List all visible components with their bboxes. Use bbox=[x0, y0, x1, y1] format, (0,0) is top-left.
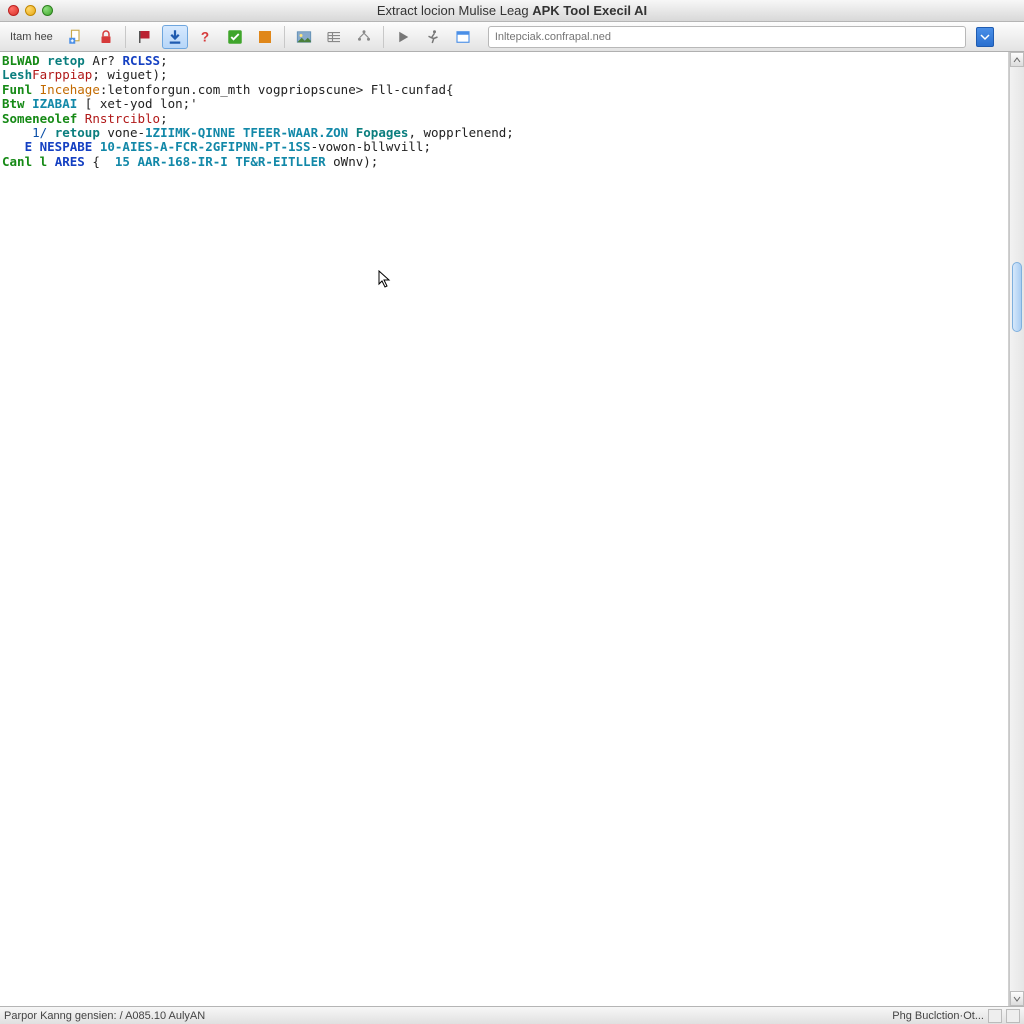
question-icon: ? bbox=[196, 28, 214, 46]
zoom-window-button[interactable] bbox=[42, 5, 53, 16]
code-line: LeshFarppiap; wiguet); bbox=[2, 68, 1006, 82]
code-line: BLWAD retop Ar? RCLSS; bbox=[2, 54, 1006, 68]
download-icon bbox=[166, 28, 184, 46]
toolbar-separator bbox=[125, 26, 126, 48]
status-right-text: Phg Buclction·Ot... bbox=[892, 1010, 984, 1022]
close-window-button[interactable] bbox=[8, 5, 19, 16]
window-title: Extract locion Mulise Leag APK Tool Exec… bbox=[0, 3, 1024, 18]
chevron-down-icon bbox=[1013, 995, 1021, 1003]
picture-button[interactable] bbox=[291, 25, 317, 49]
tree-button[interactable] bbox=[351, 25, 377, 49]
code-line: E NESPABE 10-AIES-A-FCR-2GFIPNN-PT-1SS-v… bbox=[2, 140, 1006, 154]
toolbar: Itam hee ? bbox=[0, 22, 1024, 52]
search-dropdown-button[interactable] bbox=[976, 27, 994, 47]
code-line: Funl Incehage:letonforgun.com_mth vogpri… bbox=[2, 83, 1006, 97]
lock-button[interactable] bbox=[93, 25, 119, 49]
chevron-up-icon bbox=[1013, 56, 1021, 64]
code-line: Someneolef Rnstrciblo; bbox=[2, 112, 1006, 126]
lock-icon bbox=[97, 28, 115, 46]
window-icon bbox=[454, 28, 472, 46]
scroll-up-button[interactable] bbox=[1010, 52, 1024, 67]
play-icon bbox=[394, 28, 412, 46]
toolbar-separator bbox=[284, 26, 285, 48]
scrollbar-thumb[interactable] bbox=[1012, 262, 1022, 332]
list-button[interactable] bbox=[321, 25, 347, 49]
check-icon bbox=[226, 28, 244, 46]
scroll-down-button[interactable] bbox=[1010, 991, 1024, 1006]
square-icon bbox=[256, 28, 274, 46]
stop-button[interactable] bbox=[252, 25, 278, 49]
flag-button[interactable] bbox=[132, 25, 158, 49]
svg-text:?: ? bbox=[201, 29, 209, 44]
status-left: Parpor Kanng gensien: / A085.10 AulyAN bbox=[4, 1010, 892, 1022]
code-line: Btw IZABAI [ xet-yod lon;' bbox=[2, 97, 1006, 111]
toolbar-item-label[interactable]: Itam hee bbox=[4, 29, 59, 45]
check-button[interactable] bbox=[222, 25, 248, 49]
help-button[interactable]: ? bbox=[192, 25, 218, 49]
person-run-icon bbox=[424, 28, 442, 46]
list-icon bbox=[325, 28, 343, 46]
minimize-window-button[interactable] bbox=[25, 5, 36, 16]
picture-icon bbox=[295, 28, 313, 46]
toolbar-separator bbox=[383, 26, 384, 48]
new-file-button[interactable] bbox=[63, 25, 89, 49]
window-controls bbox=[0, 5, 53, 16]
titlebar: Extract locion Mulise Leag APK Tool Exec… bbox=[0, 0, 1024, 22]
code-line: 1/ retoup vone-1ZIIMK-QINNE TFEER-WAAR.Z… bbox=[2, 126, 1006, 140]
search-input[interactable] bbox=[489, 31, 965, 43]
status-icon-1[interactable] bbox=[988, 1009, 1002, 1023]
status-right: Phg Buclction·Ot... bbox=[892, 1009, 1020, 1023]
window-button[interactable] bbox=[450, 25, 476, 49]
flag-icon bbox=[136, 28, 154, 46]
chevron-down-icon bbox=[980, 32, 990, 42]
search-box bbox=[488, 26, 966, 48]
statusbar: Parpor Kanng gensien: / A085.10 AulyAN P… bbox=[0, 1006, 1024, 1024]
run-button[interactable] bbox=[420, 25, 446, 49]
new-file-icon bbox=[67, 28, 85, 46]
play-button[interactable] bbox=[390, 25, 416, 49]
download-button[interactable] bbox=[162, 25, 188, 49]
code-editor[interactable]: BLWAD retop Ar? RCLSS;LeshFarppiap; wigu… bbox=[0, 52, 1009, 1006]
editor-area: BLWAD retop Ar? RCLSS;LeshFarppiap; wigu… bbox=[0, 52, 1024, 1006]
status-icon-2[interactable] bbox=[1006, 1009, 1020, 1023]
vertical-scrollbar[interactable] bbox=[1009, 52, 1024, 1006]
tree-icon bbox=[355, 28, 373, 46]
code-line: Canl l ARES { 15 AAR-168-IR-I TF&R-EITLL… bbox=[2, 155, 1006, 169]
